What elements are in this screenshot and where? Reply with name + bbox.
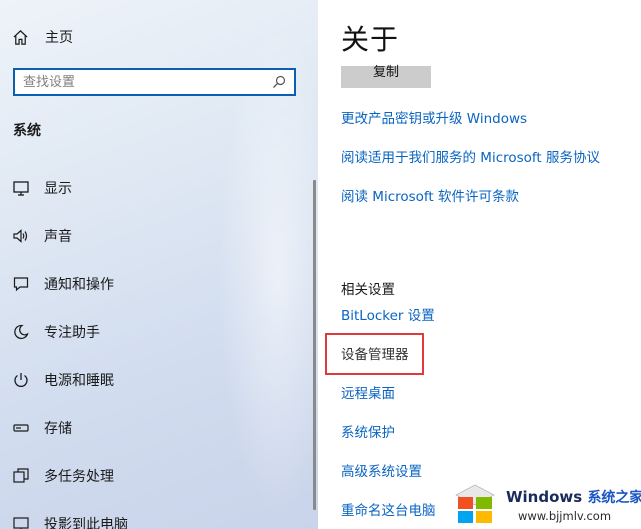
watermark-brand: Windows	[506, 488, 583, 506]
watermark: Windows 系统之家 www.bjjmlv.com	[452, 479, 641, 529]
related-settings-title: 相关设置	[341, 282, 395, 298]
sidebar-item-label: 多任务处理	[44, 469, 114, 485]
project-icon	[13, 517, 29, 529]
sidebar-item-label: 专注助手	[44, 325, 100, 341]
sidebar-item-focus-assist[interactable]: 专注助手	[12, 320, 100, 344]
watermark-brand-cn: 系统之家	[587, 490, 641, 506]
sidebar: 主页 系统 显示 声音 通知和操作 专注助	[0, 0, 318, 529]
sidebar-item-label: 电源和睡眠	[44, 373, 114, 389]
watermark-title: Windows 系统之家	[506, 487, 641, 507]
sidebar-item-label: 显示	[44, 181, 72, 197]
sidebar-item-display[interactable]: 显示	[12, 176, 72, 200]
copy-button[interactable]: 复制	[341, 66, 431, 88]
home-label: 主页	[45, 30, 73, 46]
link-rename-pc[interactable]: 重命名这台电脑	[341, 499, 436, 519]
sidebar-item-label: 通知和操作	[44, 277, 114, 293]
speaker-icon	[13, 229, 28, 243]
home-icon	[13, 29, 28, 45]
sidebar-item-label: 投影到此电脑	[44, 517, 128, 529]
sidebar-scrollbar[interactable]	[313, 180, 316, 510]
sidebar-item-sound[interactable]: 声音	[12, 224, 72, 248]
main-content: 关于 复制 更改产品密钥或升级 Windows 阅读适用于我们服务的 Micro…	[318, 0, 641, 529]
moon-icon	[14, 324, 29, 340]
windows-logo-icon	[455, 484, 495, 523]
sidebar-item-label: 声音	[44, 229, 72, 245]
link-software-license-terms[interactable]: 阅读 Microsoft 软件许可条款	[341, 185, 519, 205]
link-bitlocker-settings[interactable]: BitLocker 设置	[341, 304, 435, 324]
link-remote-desktop[interactable]: 远程桌面	[341, 382, 395, 402]
link-advanced-system-settings[interactable]: 高级系统设置	[341, 460, 422, 480]
link-change-product-key[interactable]: 更改产品密钥或升级 Windows	[341, 107, 527, 127]
sidebar-item-power-sleep[interactable]: 电源和睡眠	[12, 368, 114, 392]
section-title-system: 系统	[13, 123, 41, 139]
highlight-box	[325, 333, 424, 375]
search-box[interactable]	[13, 68, 296, 96]
notification-icon	[13, 277, 29, 292]
watermark-url: www.bjjmlv.com	[518, 509, 612, 523]
sidebar-item-label: 存储	[44, 421, 72, 437]
sidebar-item-storage[interactable]: 存储	[12, 416, 72, 440]
sidebar-item-multitasking[interactable]: 多任务处理	[12, 464, 114, 488]
storage-icon	[13, 424, 29, 432]
page-title: 关于	[341, 23, 400, 56]
multitask-icon	[13, 468, 29, 483]
sidebar-item-home[interactable]: 主页	[12, 26, 73, 48]
sidebar-item-project[interactable]: 投影到此电脑	[12, 512, 128, 529]
sidebar-item-notifications[interactable]: 通知和操作	[12, 272, 114, 296]
monitor-icon	[13, 181, 29, 196]
search-input[interactable]	[15, 71, 272, 93]
link-system-protection[interactable]: 系统保护	[341, 421, 395, 441]
power-icon	[14, 373, 28, 387]
link-microsoft-services-agreement[interactable]: 阅读适用于我们服务的 Microsoft 服务协议	[341, 146, 600, 166]
search-icon[interactable]	[272, 75, 286, 89]
